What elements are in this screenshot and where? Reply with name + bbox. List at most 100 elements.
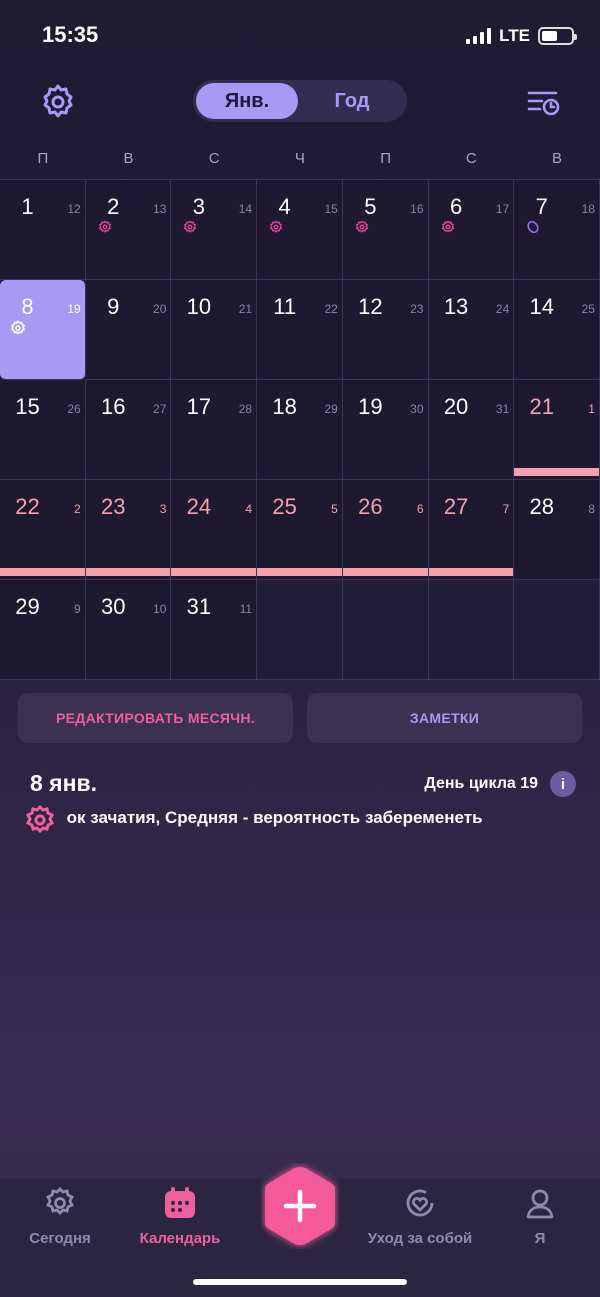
tab-selfcare[interactable]: Уход за собой [360,1186,480,1256]
weekday-label: С [208,150,220,167]
calendar-day-cell[interactable]: 1 12 [0,180,86,280]
day-number: 3 [192,194,206,219]
day-number: 7 [535,194,548,219]
day-number: 4 [278,194,291,219]
network-type: LTE [499,26,530,45]
fertility-flower-icon [24,804,56,836]
calendar-day-cell[interactable]: 25 5 [257,480,343,580]
edit-period-button[interactable]: РЕДАКТИРОВАТЬ МЕСЯЧН. [18,693,293,743]
segment-month[interactable]: Янв. [196,83,298,119]
calendar-day-cell[interactable]: 12 23 [342,280,429,380]
day-number: 5 [364,194,377,219]
cycle-day-number: 4 [245,502,253,516]
segment-year[interactable]: Год [301,83,403,119]
cycle-day-number: 18 [581,202,595,216]
cycle-day-number: 25 [581,302,595,316]
calendar-icon [165,1187,195,1218]
day-number: 24 [186,494,212,519]
status-icons: LTE [466,26,577,46]
tab-today[interactable]: Сегодня [0,1186,120,1256]
day-number: 15 [15,394,40,419]
calendar-day-cell[interactable]: 5 16 [342,180,429,280]
calendar-day-cell[interactable]: 27 7 [428,480,515,580]
cycle-day-number: 29 [324,402,338,416]
period-indicator-bar [428,568,514,576]
cycle-day-number: 6 [416,502,424,516]
cycle-day-number: 1 [588,402,595,416]
calendar-day-cell[interactable]: 29 9 [0,580,86,680]
calendar-day-cell[interactable]: 31 11 [171,580,258,680]
calendar-day-cell[interactable]: 18 29 [257,380,343,480]
home-indicator[interactable] [193,1279,407,1285]
cycle-day-number: 21 [238,302,253,316]
day-number: 29 [15,594,40,619]
calendar-day-cell[interactable]: 10 21 [171,280,258,380]
calendar-day-cell[interactable]: 4 15 [257,180,343,280]
calendar-day-cell[interactable]: 8 19 [0,280,86,380]
today-flower-icon [46,1187,74,1215]
period-indicator-bar [171,568,257,576]
day-number: 10 [186,294,212,319]
calendar-day-cell[interactable]: 20 31 [428,380,515,480]
cycle-day-number: 26 [67,402,81,416]
calendar-day-cell[interactable]: 30 10 [85,580,172,680]
calendar-grid: 1 12 2 13 3 14 4 15 5 16 6 17 7 18 8 19 9 20 10 21 11 22 12 23 1… [0,179,600,680]
cycle-day-number: 9 [74,602,81,616]
info-icon[interactable]: i [550,771,576,797]
selfcare-heart-icon [406,1189,434,1217]
calendar-day-cell[interactable]: 7 18 [514,180,600,280]
day-number: 14 [529,294,555,319]
calendar-day-cell[interactable]: 3 14 [171,180,258,280]
calendar-day-cell[interactable]: 22 2 [0,480,86,580]
notes-button[interactable]: ЗАМЕТКИ [307,693,582,743]
day-number: 26 [358,494,383,519]
cycle-day-number: 14 [238,202,253,216]
add-button[interactable] [261,1163,339,1249]
day-number: 22 [15,494,40,519]
calendar-day-cell[interactable]: 28 8 [514,480,600,580]
calendar-day-cell[interactable]: 16 27 [85,380,172,480]
weekday-header: П В С Ч П С В [0,150,600,170]
tab-today-label: Сегодня [29,1230,91,1247]
fertile-flower-icon [10,320,26,335]
day-number: 21 [529,394,555,419]
period-indicator-bar [514,468,599,476]
fertile-flower-icon [441,220,454,233]
calendar-day-cell[interactable]: 14 25 [514,280,600,380]
fertility-text-marquee: Срок зачатия, Средняя - вероятность забе… [66,808,590,832]
settings-gear-icon[interactable] [38,82,78,122]
calendar-empty-cell [342,580,429,680]
calendar-day-cell[interactable]: 13 24 [428,280,515,380]
selected-date-title: 8 янв. [30,770,98,796]
weekday-label: С [465,150,477,167]
tab-calendar[interactable]: Календарь [120,1186,240,1256]
weekday-label: Ч [294,150,305,167]
calendar-day-cell[interactable]: 17 28 [171,380,258,480]
day-number: 16 [100,394,126,419]
fertility-text: Срок зачатия, Средняя - вероятность забе… [66,808,483,827]
cycle-day-number: 24 [495,302,510,316]
calendar-day-cell[interactable]: 15 26 [0,380,86,480]
calendar-empty-cell [428,580,515,680]
profile-icon [526,1189,554,1219]
history-list-icon[interactable] [526,84,562,120]
cycle-day-number: 11 [239,602,253,616]
cycle-day-number: 15 [324,202,338,216]
day-number: 13 [443,294,469,319]
calendar-day-cell[interactable]: 6 17 [428,180,515,280]
calendar-day-cell[interactable]: 9 20 [85,280,172,380]
calendar-day-cell[interactable]: 21 1 [514,380,600,480]
cycle-day-number: 2 [74,502,81,516]
calendar-day-cell[interactable]: 2 13 [85,180,172,280]
calendar-day-cell[interactable]: 24 4 [171,480,258,580]
day-number: 30 [100,594,126,619]
status-time: 15:35 [42,22,99,47]
calendar-day-cell[interactable]: 11 22 [257,280,343,380]
signal-icon [466,28,492,44]
weekday-label: В [123,150,134,167]
tab-me[interactable]: Я [480,1186,600,1256]
calendar-day-cell[interactable]: 19 30 [342,380,429,480]
ovulation-egg-icon [527,220,539,234]
calendar-day-cell[interactable]: 26 6 [342,480,429,580]
calendar-day-cell[interactable]: 23 3 [85,480,172,580]
